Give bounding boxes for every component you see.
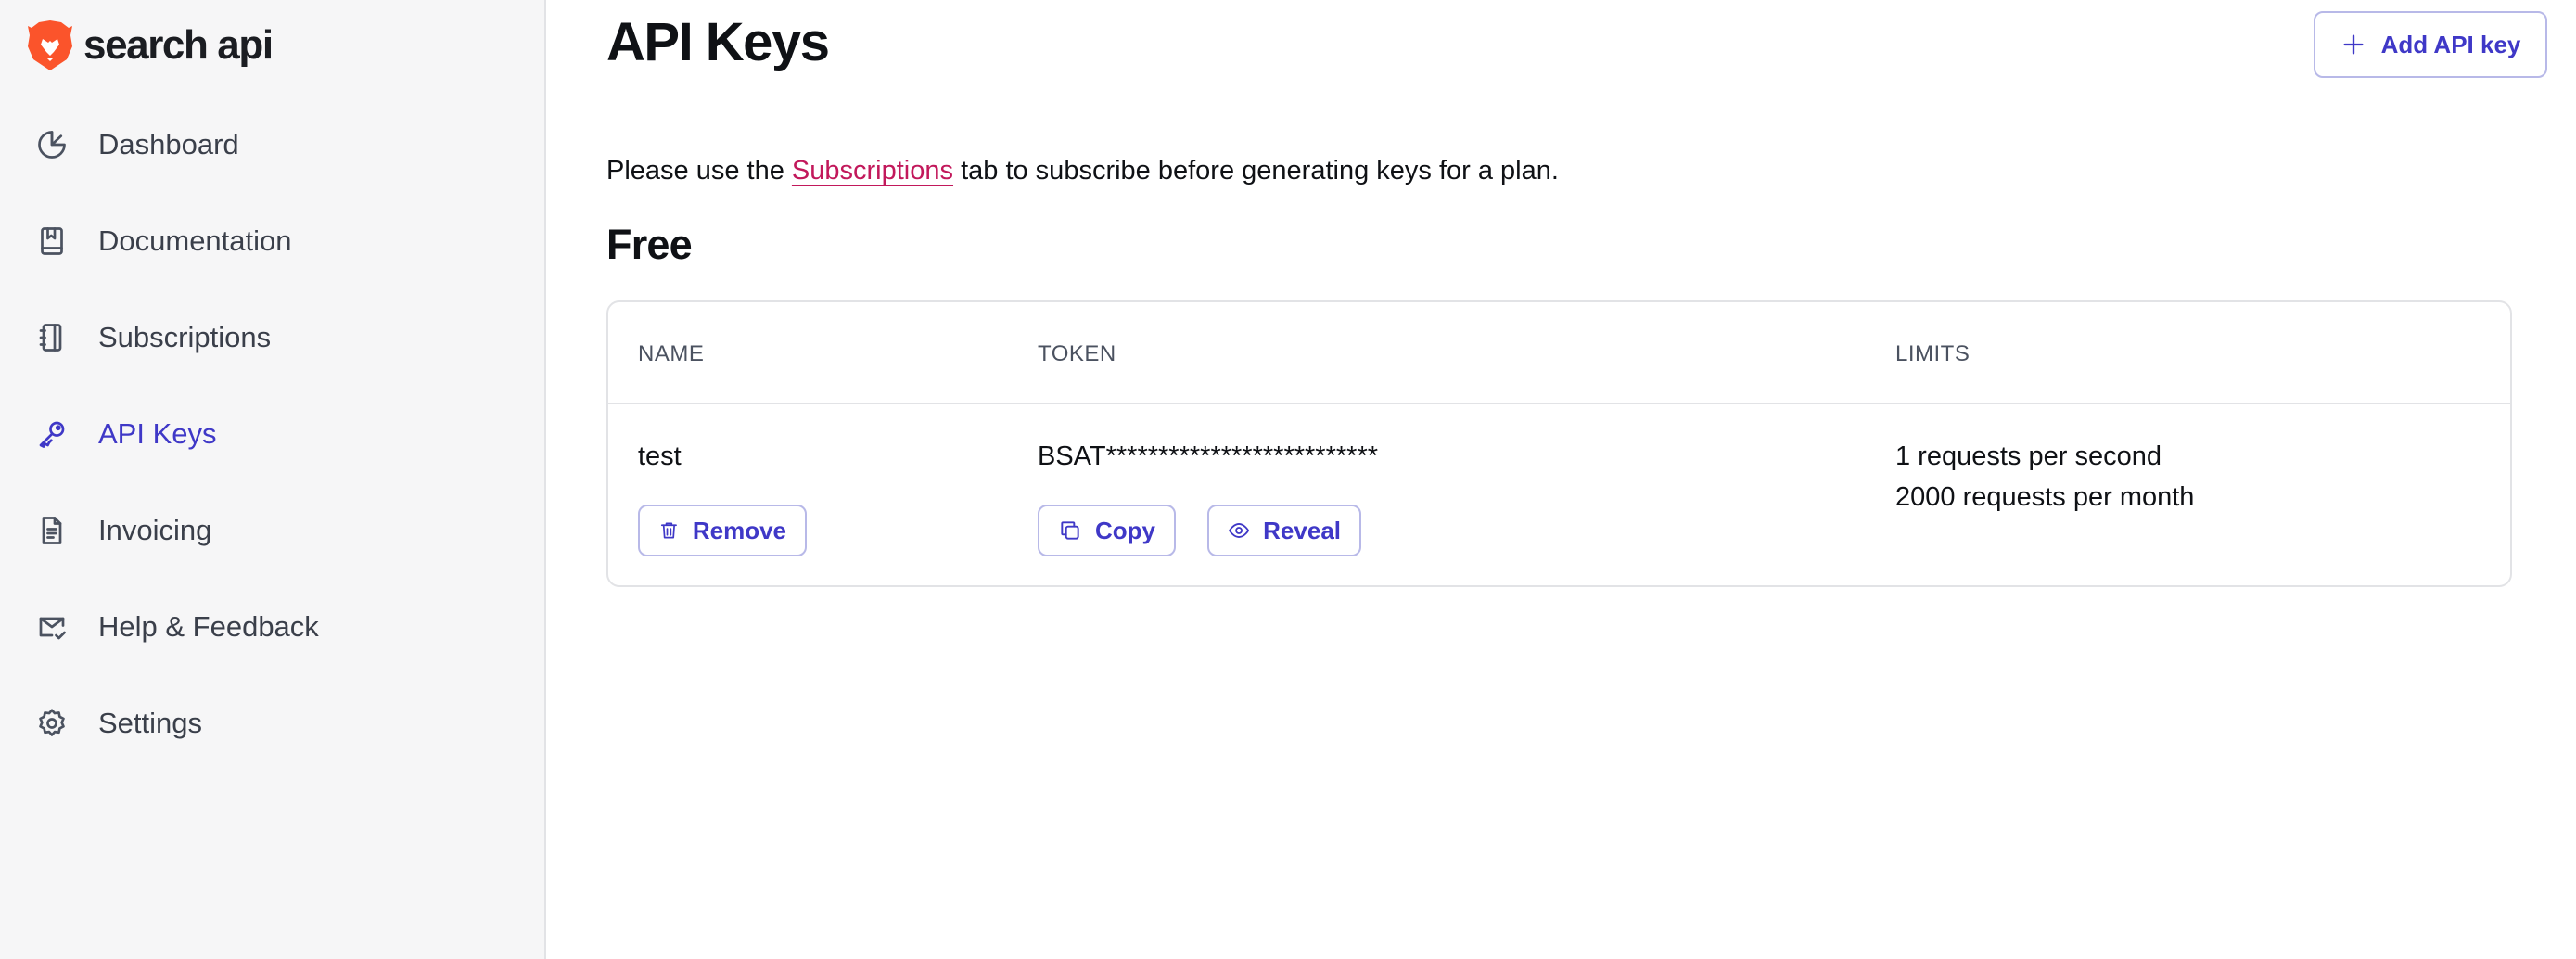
table-row: test BSAT************************** 1 re… <box>608 404 2510 587</box>
logo[interactable]: search api <box>26 19 274 72</box>
api-keys-table: NAME TOKEN LIMITS test BSAT*************… <box>606 300 2512 587</box>
app-window: search api Dashboard Documentation Subsc… <box>0 0 2576 959</box>
subscription-notice: Please use the Subscriptions tab to subs… <box>606 156 1559 186</box>
sidebar-item-label: API Keys <box>98 417 217 450</box>
remove-label: Remove <box>692 516 786 544</box>
brand-name: search api <box>83 22 274 68</box>
sidebar-item-invoicing[interactable]: Invoicing <box>0 482 544 579</box>
trash-icon <box>660 522 677 539</box>
main-content: API Keys Add API key Please use the Subs… <box>548 0 2576 959</box>
sidebar-item-dashboard[interactable]: Dashboard <box>0 96 544 193</box>
document-icon <box>35 514 69 547</box>
book-icon <box>35 224 69 258</box>
key-icon <box>35 417 69 451</box>
sidebar-item-label: Invoicing <box>98 514 212 546</box>
notice-suffix: tab to subscribe before generating keys … <box>953 156 1559 185</box>
sidebar-item-label: Dashboard <box>98 128 239 160</box>
eye-icon <box>1229 523 1250 538</box>
remove-button[interactable]: Remove <box>638 505 807 556</box>
column-header-limits: LIMITS <box>1895 341 1970 366</box>
limit-per-second: 1 requests per second <box>1895 441 2162 471</box>
reveal-label: Reveal <box>1263 516 1341 544</box>
sidebar-item-label: Help & Feedback <box>98 610 319 643</box>
limit-per-month: 2000 requests per month <box>1895 482 2195 512</box>
gear-icon <box>35 707 69 740</box>
key-name: test <box>638 441 682 471</box>
key-token: BSAT************************** <box>1038 441 1379 471</box>
plus-icon <box>2343 34 2364 55</box>
copy-label: Copy <box>1095 516 1155 544</box>
sidebar-item-documentation[interactable]: Documentation <box>0 193 544 289</box>
plan-title: Free <box>606 221 693 268</box>
mail-check-icon <box>35 610 69 644</box>
copy-button[interactable]: Copy <box>1038 505 1176 556</box>
table-header: NAME TOKEN LIMITS <box>608 302 2510 404</box>
copy-icon <box>1061 521 1079 540</box>
page-title: API Keys <box>606 12 830 72</box>
sidebar-item-label: Settings <box>98 707 203 739</box>
add-api-key-label: Add API key <box>2380 30 2521 58</box>
sidebar-item-subscriptions[interactable]: Subscriptions <box>0 289 544 386</box>
subscriptions-link[interactable]: Subscriptions <box>792 156 953 185</box>
sidebar: search api Dashboard Documentation Subsc… <box>0 0 546 959</box>
add-api-key-button[interactable]: Add API key <box>2314 11 2547 78</box>
notebook-icon <box>35 321 69 354</box>
column-header-token: TOKEN <box>1038 341 1116 366</box>
sidebar-item-settings[interactable]: Settings <box>0 675 544 772</box>
notice-prefix: Please use the <box>606 156 792 185</box>
sidebar-item-label: Documentation <box>98 224 292 257</box>
sidebar-nav: Dashboard Documentation Subscriptions AP… <box>0 96 544 772</box>
sidebar-item-help-feedback[interactable]: Help & Feedback <box>0 579 544 675</box>
sidebar-item-api-keys[interactable]: API Keys <box>0 386 544 482</box>
sidebar-item-label: Subscriptions <box>98 321 272 353</box>
reveal-button[interactable]: Reveal <box>1207 505 1361 556</box>
brave-lion-icon <box>28 20 72 70</box>
pie-chart-icon <box>35 128 69 161</box>
column-header-name: NAME <box>638 341 705 366</box>
